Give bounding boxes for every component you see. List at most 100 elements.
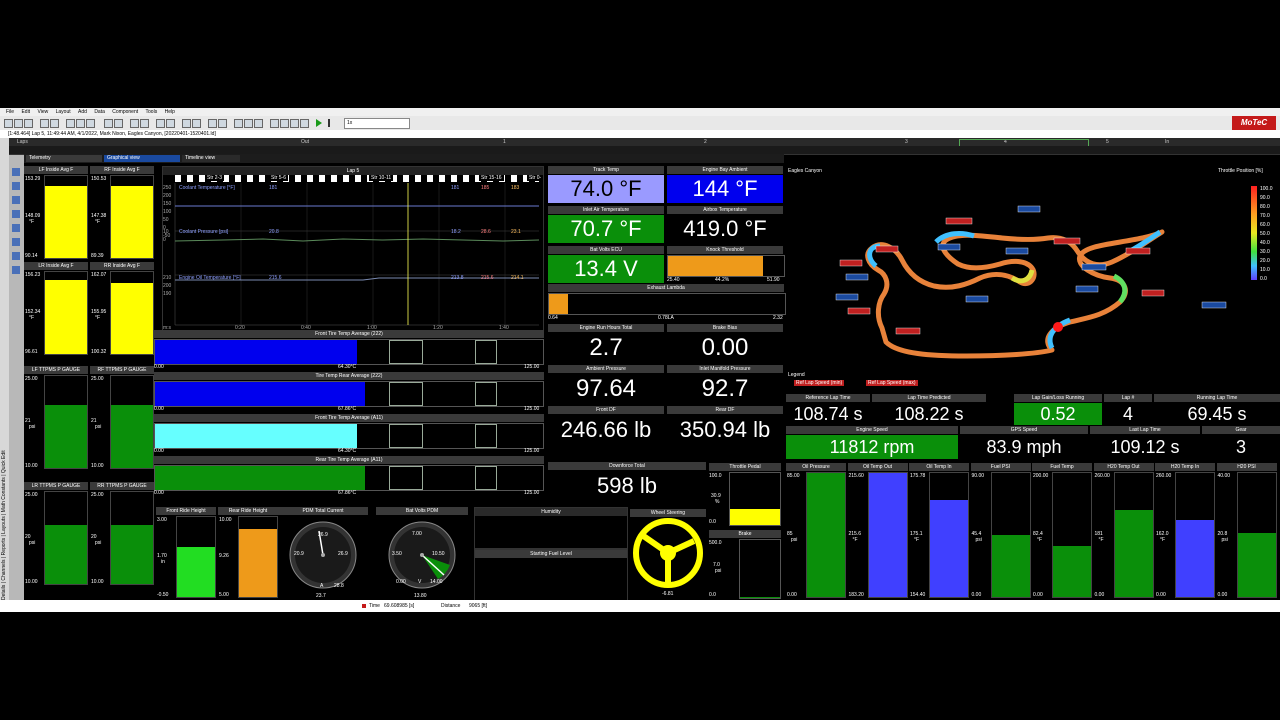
- sector-5[interactable]: Str 0-: [527, 175, 544, 181]
- tire-inside-gauge-3-bottom: 100.32: [91, 349, 107, 355]
- ytick-1-1: 0: [163, 237, 166, 243]
- pin-icon[interactable]: [270, 119, 279, 128]
- engine-gauge-2-label: Oil Temp In: [909, 463, 969, 471]
- print-icon[interactable]: [24, 119, 33, 128]
- gauge-icon[interactable]: [12, 182, 20, 190]
- scatter-icon[interactable]: [12, 266, 20, 274]
- cut-icon[interactable]: [66, 119, 75, 128]
- paste-icon[interactable]: [86, 119, 95, 128]
- chart-icon[interactable]: [156, 119, 165, 128]
- save-icon[interactable]: [14, 119, 23, 128]
- legend-item-min[interactable]: Ref Lap Speed (min): [794, 380, 845, 386]
- sector-1[interactable]: Str 2-3: [205, 175, 225, 181]
- text-icon[interactable]: [12, 252, 20, 260]
- menu-edit[interactable]: Edit: [21, 109, 30, 115]
- tab-timeline-view[interactable]: Timeline view: [182, 155, 240, 162]
- menu-file[interactable]: File: [6, 109, 14, 115]
- lap-stat2-value-0: 11812 rpm: [786, 435, 958, 459]
- throttle-bottom: 0.0: [709, 519, 716, 525]
- menu-add[interactable]: Add: [78, 109, 87, 115]
- menu-data[interactable]: Data: [94, 109, 105, 115]
- engine-gauge-7: H20 PSI 40.00 20.8 psi 0.00: [1216, 463, 1277, 599]
- ytick-1-0: 10: [163, 229, 169, 235]
- sector-4[interactable]: Str 15-16: [479, 175, 504, 181]
- tire-inside-gauge-3-unit: °F: [95, 315, 101, 321]
- bar-icon[interactable]: [12, 238, 20, 246]
- time-graph[interactable]: Lap 5 Str 2-3 Str 5-6 Str 10-11 Str 15-1…: [162, 166, 544, 334]
- lap-1[interactable]: 1: [503, 138, 506, 146]
- menu-bar: File Edit View Layout Add Data Component…: [0, 108, 1280, 116]
- tire-inside-gauge-0-bottom: 90.14: [25, 253, 38, 259]
- track-map[interactable]: Eagles Canyon Throttle Position [%] Lege…: [786, 166, 1280, 392]
- ytick-0-1: 200: [163, 193, 172, 199]
- menu-tools[interactable]: Tools: [146, 109, 158, 115]
- tab-telemetry[interactable]: Telemetry: [26, 155, 102, 162]
- lap-out[interactable]: Out: [301, 138, 309, 146]
- distance-value: 9065 [ft]: [469, 603, 488, 609]
- redo-icon[interactable]: [50, 119, 59, 128]
- tpms-gauge-2-label: LR TTPMS P GAUGE: [24, 482, 88, 490]
- table-tool-icon[interactable]: [12, 224, 20, 232]
- map-icon[interactable]: [12, 210, 20, 218]
- tire-inside-gauge-2-frame: [44, 271, 88, 355]
- lap-5[interactable]: 5: [1106, 138, 1109, 146]
- menu-help[interactable]: Help: [165, 109, 175, 115]
- tab-details[interactable]: Details: [1, 585, 7, 600]
- menu-component[interactable]: Component: [112, 109, 138, 115]
- split-icon[interactable]: [234, 119, 243, 128]
- playback-speed-select[interactable]: 1x: [344, 118, 410, 129]
- menu-view[interactable]: View: [37, 109, 48, 115]
- tpms-gauge-1: RF TTPMS P GAUGE 25.00 21 psi 10.00: [90, 366, 154, 470]
- open-icon[interactable]: [4, 119, 13, 128]
- check-icon[interactable]: [280, 119, 289, 128]
- tab-layouts[interactable]: Layouts: [1, 516, 7, 534]
- value-tile-2: Inlet Air Temperature 70.7 °F: [548, 206, 664, 244]
- sync-icon[interactable]: [208, 119, 217, 128]
- sector-2[interactable]: Str 5-6: [269, 175, 289, 181]
- lap-in[interactable]: In: [1165, 138, 1169, 146]
- overlay-icon[interactable]: [244, 119, 253, 128]
- arrow-icon[interactable]: [300, 119, 309, 128]
- lap-next-icon[interactable]: [192, 119, 201, 128]
- tab-reports[interactable]: Reports: [1, 538, 7, 556]
- zoom-out-icon[interactable]: [114, 119, 123, 128]
- engine-gauge-2-frame: [929, 472, 969, 598]
- lap-stat2-value-3: 3: [1202, 435, 1280, 459]
- tpms-gauge-3: RR TTPMS P GAUGE 25.00 20 psi 10.00: [90, 482, 154, 586]
- sector-3[interactable]: Str 10-11: [369, 175, 394, 181]
- scale-tick-1: 90.0: [1260, 195, 1270, 201]
- layout-icon[interactable]: [254, 119, 263, 128]
- tab-channels[interactable]: Channels: [1, 559, 7, 580]
- number-tile-value-5: 350.94 lb: [679, 417, 771, 442]
- legend-item-max[interactable]: Ref Lap Speed (max): [866, 380, 918, 386]
- menu-layout[interactable]: Layout: [56, 109, 71, 115]
- lap-prev-icon[interactable]: [182, 119, 191, 128]
- undo-icon[interactable]: [40, 119, 49, 128]
- engine-gauge-0-unit: psi: [791, 537, 798, 543]
- step-icon[interactable]: [328, 119, 330, 127]
- lap-2[interactable]: 2: [704, 138, 707, 146]
- track-outline: [835, 186, 1257, 359]
- tab-quick-edit[interactable]: Quick Edit: [1, 450, 7, 473]
- filter-icon[interactable]: [290, 119, 299, 128]
- marker-icon[interactable]: [140, 119, 149, 128]
- cursor-icon[interactable]: [130, 119, 139, 128]
- zoom-in-icon[interactable]: [104, 119, 113, 128]
- table-icon[interactable]: [166, 119, 175, 128]
- trace-name-0[interactable]: Coolant Temperature [°F]: [179, 185, 235, 191]
- play-icon[interactable]: [316, 119, 322, 127]
- hbar-max-0: 125.00: [524, 364, 540, 370]
- trace-name-1[interactable]: Coolant Pressure [psi]: [179, 229, 228, 235]
- link-icon[interactable]: [218, 119, 227, 128]
- trace-name-2[interactable]: Engine Oil Temperature [°F]: [179, 275, 241, 281]
- hbar-label-3: Rear Tire Temp Average (A11): [154, 456, 544, 464]
- channel-icon[interactable]: [12, 168, 20, 176]
- copy-icon[interactable]: [76, 119, 85, 128]
- tab-graphical-view[interactable]: Graphical view: [104, 155, 180, 162]
- lap-stat2-value-1: 83.9 mph: [960, 435, 1088, 459]
- engine-gauge-3-frame: [990, 472, 1031, 598]
- lap-3[interactable]: 3: [905, 138, 908, 146]
- graph-icon[interactable]: [12, 196, 20, 204]
- engine-gauge-5-frame: [1113, 472, 1154, 598]
- tab-math-constants[interactable]: Math Constants: [1, 477, 7, 512]
